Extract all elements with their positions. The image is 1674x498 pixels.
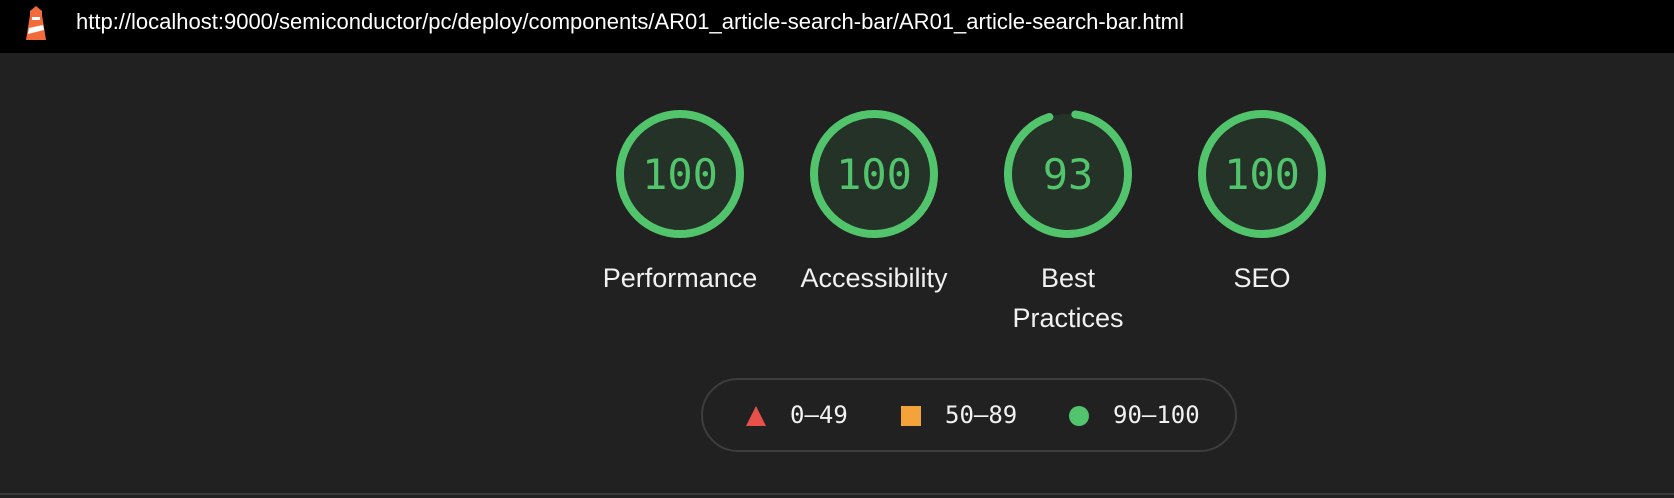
- legend-pass-range: 90–100: [1113, 401, 1200, 429]
- seo-score: 100: [1224, 150, 1300, 199]
- accessibility-label: Accessibility: [800, 263, 948, 293]
- accessibility-gauge[interactable]: 100 Accessibility: [789, 108, 959, 298]
- seo-score-ring: 100: [1198, 110, 1326, 238]
- best-practices-score: 93: [1043, 150, 1094, 199]
- performance-gauge[interactable]: 100 Performance: [595, 108, 765, 298]
- performance-score: 100: [642, 150, 718, 199]
- legend-fail-range: 0–49: [790, 401, 848, 429]
- performance-score-ring: 100: [616, 110, 744, 238]
- best-practices-label: Best Practices: [1012, 263, 1124, 333]
- bottom-divider: [0, 493, 1674, 495]
- seo-gauge[interactable]: 100 SEO: [1177, 108, 1347, 298]
- score-legend: 0–49 50–89 90–100: [701, 378, 1237, 452]
- accessibility-score: 100: [836, 150, 912, 199]
- triangle-icon: [746, 406, 766, 426]
- legend-average-range: 50–89: [945, 401, 1018, 429]
- url-text[interactable]: http://localhost:9000/semiconductor/pc/d…: [76, 0, 1184, 44]
- accessibility-score-ring: 100: [810, 110, 938, 238]
- best-practices-gauge[interactable]: 93 Best Practices: [983, 108, 1153, 338]
- best-practices-score-ring: 93: [1004, 110, 1132, 238]
- circle-icon: [1069, 406, 1089, 426]
- address-bar: http://localhost:9000/semiconductor/pc/d…: [0, 0, 1674, 53]
- lighthouse-icon: [26, 6, 46, 40]
- square-icon: [901, 406, 921, 426]
- performance-label: Performance: [602, 263, 758, 293]
- seo-label: SEO: [1233, 263, 1291, 293]
